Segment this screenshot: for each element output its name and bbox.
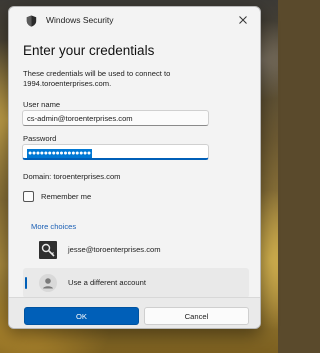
ok-button[interactable]: OK (24, 307, 139, 325)
account-label-different: Use a different account (68, 278, 146, 287)
remember-me-checkbox[interactable] (23, 190, 34, 202)
close-button[interactable] (232, 10, 254, 30)
user-icon (39, 274, 57, 292)
close-icon (239, 16, 247, 24)
remember-me[interactable]: Remember me (23, 189, 91, 203)
domain-text: Domain: toroenterprises.com (23, 172, 121, 181)
account-label-jesse: jesse@toroenterprises.com (68, 245, 161, 254)
user-name-field[interactable]: cs-admin@toroenterprises.com (22, 110, 209, 126)
app-title: Windows Security (46, 15, 114, 25)
user-name-value: cs-admin@toroenterprises.com (27, 114, 133, 123)
title-bar: Windows Security (9, 7, 260, 33)
account-item-different[interactable]: Use a different account (23, 268, 249, 298)
dialog-description: These credentials will be used to connec… (23, 69, 171, 88)
shield-icon (26, 15, 37, 27)
more-choices-link[interactable]: More choices (31, 222, 76, 231)
selection-indicator (25, 277, 27, 289)
cancel-button[interactable]: Cancel (144, 307, 249, 325)
user-name-label: User name (23, 100, 61, 109)
smartcard-icon (39, 241, 57, 259)
remember-me-label: Remember me (41, 191, 92, 201)
account-item-jesse[interactable]: jesse@toroenterprises.com (23, 235, 249, 265)
password-mask: ●●●●●●●●●●●●●●●● (27, 149, 92, 158)
credentials-dialog: Windows Security Enter your credentials … (8, 6, 261, 329)
password-field[interactable]: ●●●●●●●●●●●●●●●● (22, 144, 209, 160)
password-label: Password (23, 134, 57, 143)
dialog-heading: Enter your credentials (23, 43, 155, 58)
